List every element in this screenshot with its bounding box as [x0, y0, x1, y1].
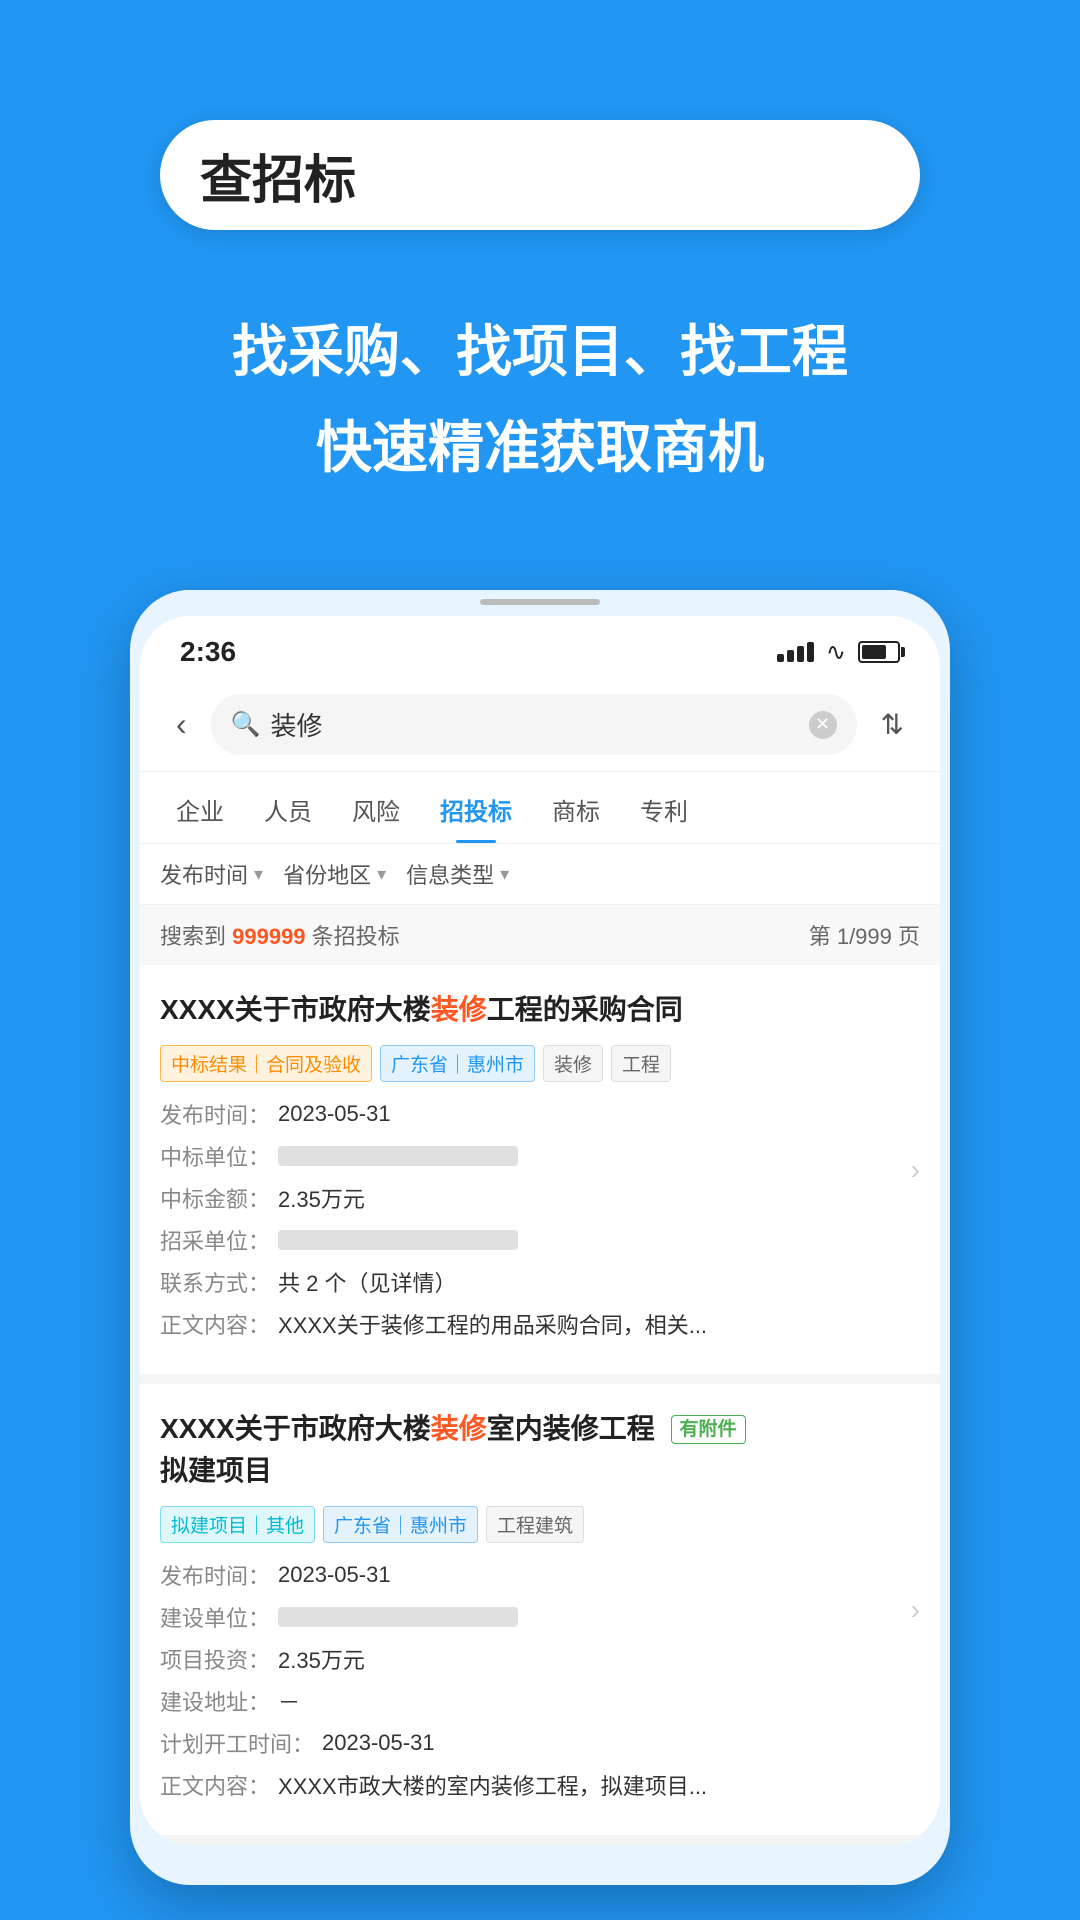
filter-arrow-3: ▾ [500, 864, 509, 885]
phone-notch [130, 590, 950, 606]
card-2-investment: 项目投资： 2.35万元 [160, 1643, 920, 1675]
tag-construction: 工程建筑 [486, 1506, 584, 1543]
app-header: ‹ 🔍 装修 ✕ ⇅ [140, 678, 940, 772]
card-1-winner: 中标单位： [160, 1140, 920, 1172]
tag-location: 广东省｜惠州市 [380, 1045, 535, 1082]
card-2-title: XXXX关于市政府大楼装修室内装修工程 有附件 拟建项目 [160, 1408, 920, 1492]
filter-arrow-1: ▾ [254, 864, 263, 885]
tag-result-type: 中标结果｜合同及验收 [160, 1045, 372, 1082]
phone-screen: 2:36 ∿ ‹ 🔍 [140, 616, 940, 1845]
card-2-builder: 建设单位： [160, 1601, 920, 1633]
inner-search-field[interactable]: 🔍 装修 ✕ [211, 694, 857, 755]
card-1-tags: 中标结果｜合同及验收 广东省｜惠州市 装修 工程 [160, 1045, 920, 1082]
tab-enterprise[interactable]: 企业 [156, 772, 244, 843]
search-section: 查招标 查一下 [0, 0, 1080, 290]
results-bar: 搜索到 999999 条招投标 第 1/999 页 [140, 905, 940, 965]
filter-publish-time[interactable]: 发布时间 ▾ [160, 858, 263, 890]
result-card-1[interactable]: XXXX关于市政府大楼装修工程的采购合同 中标结果｜合同及验收 广东省｜惠州市 … [140, 965, 940, 1384]
card-2-address: 建设地址： － [160, 1685, 920, 1717]
tab-bidding[interactable]: 招投标 [420, 772, 532, 843]
status-time: 2:36 [180, 636, 236, 668]
card-1-content: 正文内容： XXXX关于装修工程的用品采购合同，相关... [160, 1308, 920, 1340]
card-2-start-time: 计划开工时间： 2023-05-31 [160, 1727, 920, 1759]
search-input[interactable]: 查招标 [160, 145, 920, 205]
notch-bar [480, 599, 600, 605]
inner-search-text: 装修 [271, 706, 799, 743]
tab-patent[interactable]: 专利 [620, 772, 708, 843]
phone-mockup: 2:36 ∿ ‹ 🔍 [130, 590, 950, 1885]
card-1-publish-time: 发布时间： 2023-05-31 [160, 1098, 920, 1130]
attachment-badge: 有附件 [671, 1415, 746, 1444]
card-2-tags: 拟建项目｜其他 广东省｜惠州市 工程建筑 [160, 1506, 920, 1543]
filter-info-type[interactable]: 信息类型 ▾ [406, 858, 509, 890]
tab-trademark[interactable]: 商标 [532, 772, 620, 843]
card-1-purchaser: 招采单位： [160, 1224, 920, 1256]
tagline: 找采购、找项目、找工程 快速精准获取商机 [0, 290, 1080, 550]
status-bar: 2:36 ∿ [140, 616, 940, 678]
card-2-content: 正文内容： XXXX市政大楼的室内装修工程，拟建项目... [160, 1769, 920, 1801]
search-bar[interactable]: 查招标 查一下 [160, 120, 920, 230]
clear-button[interactable]: ✕ [809, 711, 837, 739]
results-count: 999999 [232, 924, 305, 949]
result-card-2[interactable]: XXXX关于市政府大楼装修室内装修工程 有附件 拟建项目 拟建项目｜其他 广东省… [140, 1384, 940, 1845]
inner-search-icon: 🔍 [231, 710, 261, 739]
tag-location-2: 广东省｜惠州市 [323, 1506, 478, 1543]
tag-planned-project: 拟建项目｜其他 [160, 1506, 315, 1543]
card-1-contact: 联系方式： 共 2 个（见详情） [160, 1266, 920, 1298]
filter-arrow-2: ▾ [377, 864, 386, 885]
back-button[interactable]: ‹ [168, 702, 195, 747]
tag-decoration: 装修 [543, 1045, 603, 1082]
results-prefix: 搜索到 [160, 924, 232, 949]
results-summary: 搜索到 999999 条招投标 [160, 919, 400, 951]
status-icons: ∿ [777, 638, 900, 667]
tab-risk[interactable]: 风险 [332, 772, 420, 843]
card-2-publish-time: 发布时间： 2023-05-31 [160, 1559, 920, 1591]
card-1-title: XXXX关于市政府大楼装修工程的采购合同 [160, 989, 920, 1031]
results-page: 第 1/999 页 [809, 919, 920, 951]
wifi-icon: ∿ [826, 638, 846, 667]
tag-engineering: 工程 [611, 1045, 671, 1082]
phone-wrapper: 2:36 ∿ ‹ 🔍 [0, 550, 1080, 1885]
tagline-line2: 快速精准获取商机 [60, 406, 1020, 490]
card-1-amount: 中标金额： 2.35万元 [160, 1182, 920, 1214]
filter-province[interactable]: 省份地区 ▾ [283, 858, 386, 890]
tagline-line1: 找采购、找项目、找工程 [60, 310, 1020, 394]
card-2-arrow: › [911, 1594, 920, 1626]
filter-button[interactable]: ⇅ [873, 704, 912, 745]
category-tabs: 企业 人员 风险 招投标 商标 专利 [140, 772, 940, 844]
results-suffix: 条招投标 [306, 924, 400, 949]
filter-row: 发布时间 ▾ 省份地区 ▾ 信息类型 ▾ [140, 844, 940, 905]
tab-personnel[interactable]: 人员 [244, 772, 332, 843]
battery-icon [858, 641, 900, 663]
card-1-arrow: › [911, 1154, 920, 1186]
signal-icon [777, 642, 814, 662]
